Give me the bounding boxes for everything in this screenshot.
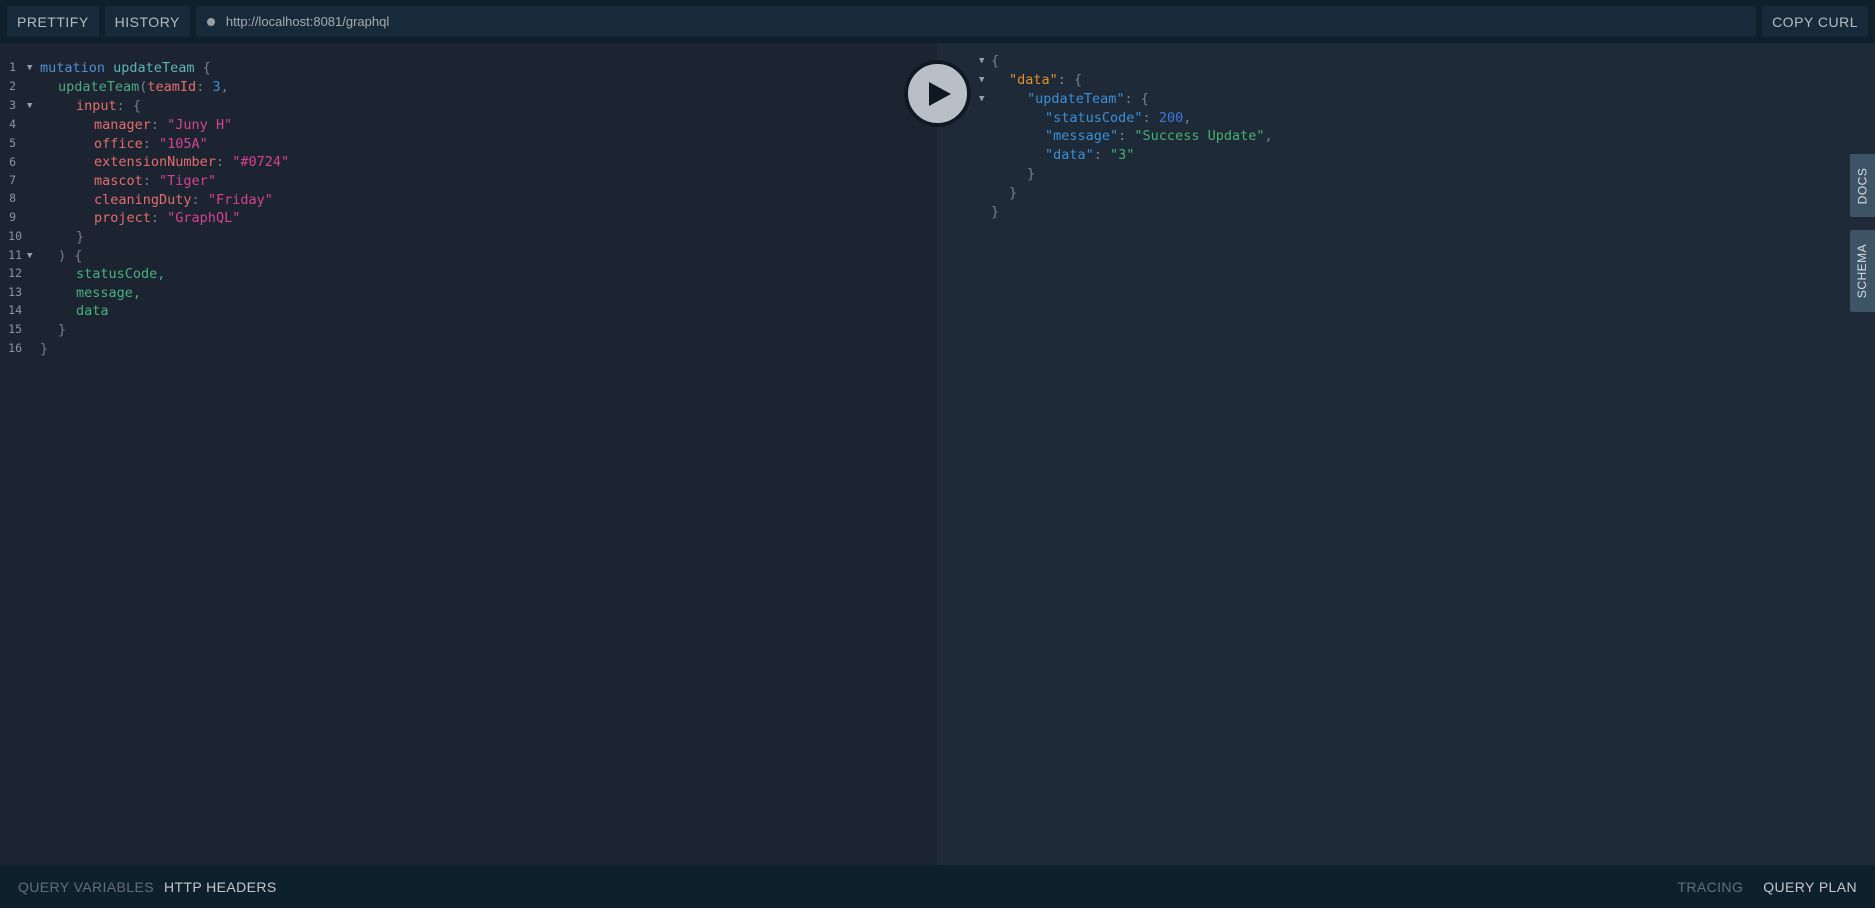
schema-tab[interactable]: SCHEMA xyxy=(1850,230,1875,312)
result-viewer[interactable]: ▼ ▼ ▼ { "data": { "updateTeam": { "statu… xyxy=(937,43,1875,865)
string-token: "Tiger" xyxy=(159,173,216,189)
fold-arrow-icon[interactable]: ▼ xyxy=(27,95,32,117)
argument-key-token: mascot xyxy=(94,173,143,189)
top-toolbar: PRETTIFY HISTORY http://localhost:8081/g… xyxy=(0,0,1875,43)
argument-key-token: office xyxy=(94,136,143,152)
tracing-tab[interactable]: TRACING xyxy=(1677,879,1743,895)
json-key-token: "data" xyxy=(1009,72,1058,88)
history-button[interactable]: HISTORY xyxy=(104,6,190,37)
docs-tab[interactable]: DOCS xyxy=(1850,154,1875,217)
query-variables-tab[interactable]: QUERY VARIABLES xyxy=(18,879,154,895)
json-key-token: "message" xyxy=(1045,128,1119,144)
code-line: } xyxy=(58,322,67,338)
argument-token: input xyxy=(76,98,117,114)
json-number-token: 200 xyxy=(1158,110,1184,126)
query-editor[interactable]: 1 2 3 4 5 6 7 8 9 10 11 12 13 14 15 16 ▼… xyxy=(0,43,937,865)
docs-tab-label: DOCS xyxy=(1855,167,1870,204)
http-headers-tab[interactable]: HTTP HEADERS xyxy=(164,879,277,895)
field-token: updateTeam xyxy=(58,79,140,95)
punctuation-token: { xyxy=(202,60,211,76)
result-line: } xyxy=(1027,166,1036,182)
argument-key-token: project xyxy=(94,210,151,226)
line-number: 16 xyxy=(8,341,22,355)
json-string-token: "Success Update" xyxy=(1134,128,1265,144)
bottom-bar: QUERY VARIABLES HTTP HEADERS TRACING QUE… xyxy=(0,865,1875,908)
query-plan-tab[interactable]: QUERY PLAN xyxy=(1763,879,1857,895)
result-line: { xyxy=(991,53,1000,69)
argument-key-token: cleaningDuty xyxy=(94,192,192,208)
number-token: 3 xyxy=(212,79,221,95)
string-token: "GraphQL" xyxy=(167,210,241,226)
prettify-button[interactable]: PRETTIFY xyxy=(7,6,99,37)
schema-tab-label: SCHEMA xyxy=(1855,243,1870,299)
selection-field-token: data xyxy=(76,303,109,319)
string-token: "Friday" xyxy=(207,192,273,208)
json-key-token: "data" xyxy=(1045,147,1094,163)
punctuation-token: , xyxy=(220,79,229,95)
fold-arrow-icon[interactable]: ▼ xyxy=(27,57,32,79)
argument-token: teamId xyxy=(147,79,197,95)
fold-arrow-icon[interactable]: ▼ xyxy=(979,88,984,110)
json-key-token: "statusCode" xyxy=(1045,110,1143,126)
json-string-token: "3" xyxy=(1110,147,1135,163)
keyword-token: mutation xyxy=(40,60,106,76)
punctuation-token: : { xyxy=(116,98,142,114)
connection-status-dot-icon xyxy=(206,17,215,26)
play-icon xyxy=(929,81,951,106)
string-token: "#0724" xyxy=(232,154,290,170)
result-line: "data": "3" xyxy=(1045,147,1135,163)
fold-arrow-icon[interactable]: ▼ xyxy=(27,245,32,267)
string-token: "Juny H" xyxy=(167,117,233,133)
punctuation-token: : xyxy=(196,79,205,95)
argument-key-token: extensionNumber xyxy=(94,154,216,170)
code-line: project: "GraphQL" xyxy=(94,210,241,226)
code-line: } xyxy=(40,341,49,357)
json-key-token: "updateTeam" xyxy=(1027,91,1125,107)
endpoint-url-text: http://localhost:8081/graphql xyxy=(225,14,390,29)
operation-name-token: updateTeam xyxy=(113,60,195,76)
result-line: } xyxy=(991,204,1000,220)
argument-key-token: manager xyxy=(94,117,151,133)
endpoint-url-input[interactable]: http://localhost:8081/graphql xyxy=(195,6,1757,37)
execute-query-button[interactable] xyxy=(905,61,970,126)
string-token: "105A" xyxy=(159,136,208,152)
result-line: } xyxy=(1009,185,1018,201)
copy-curl-button[interactable]: COPY CURL xyxy=(1762,6,1868,37)
